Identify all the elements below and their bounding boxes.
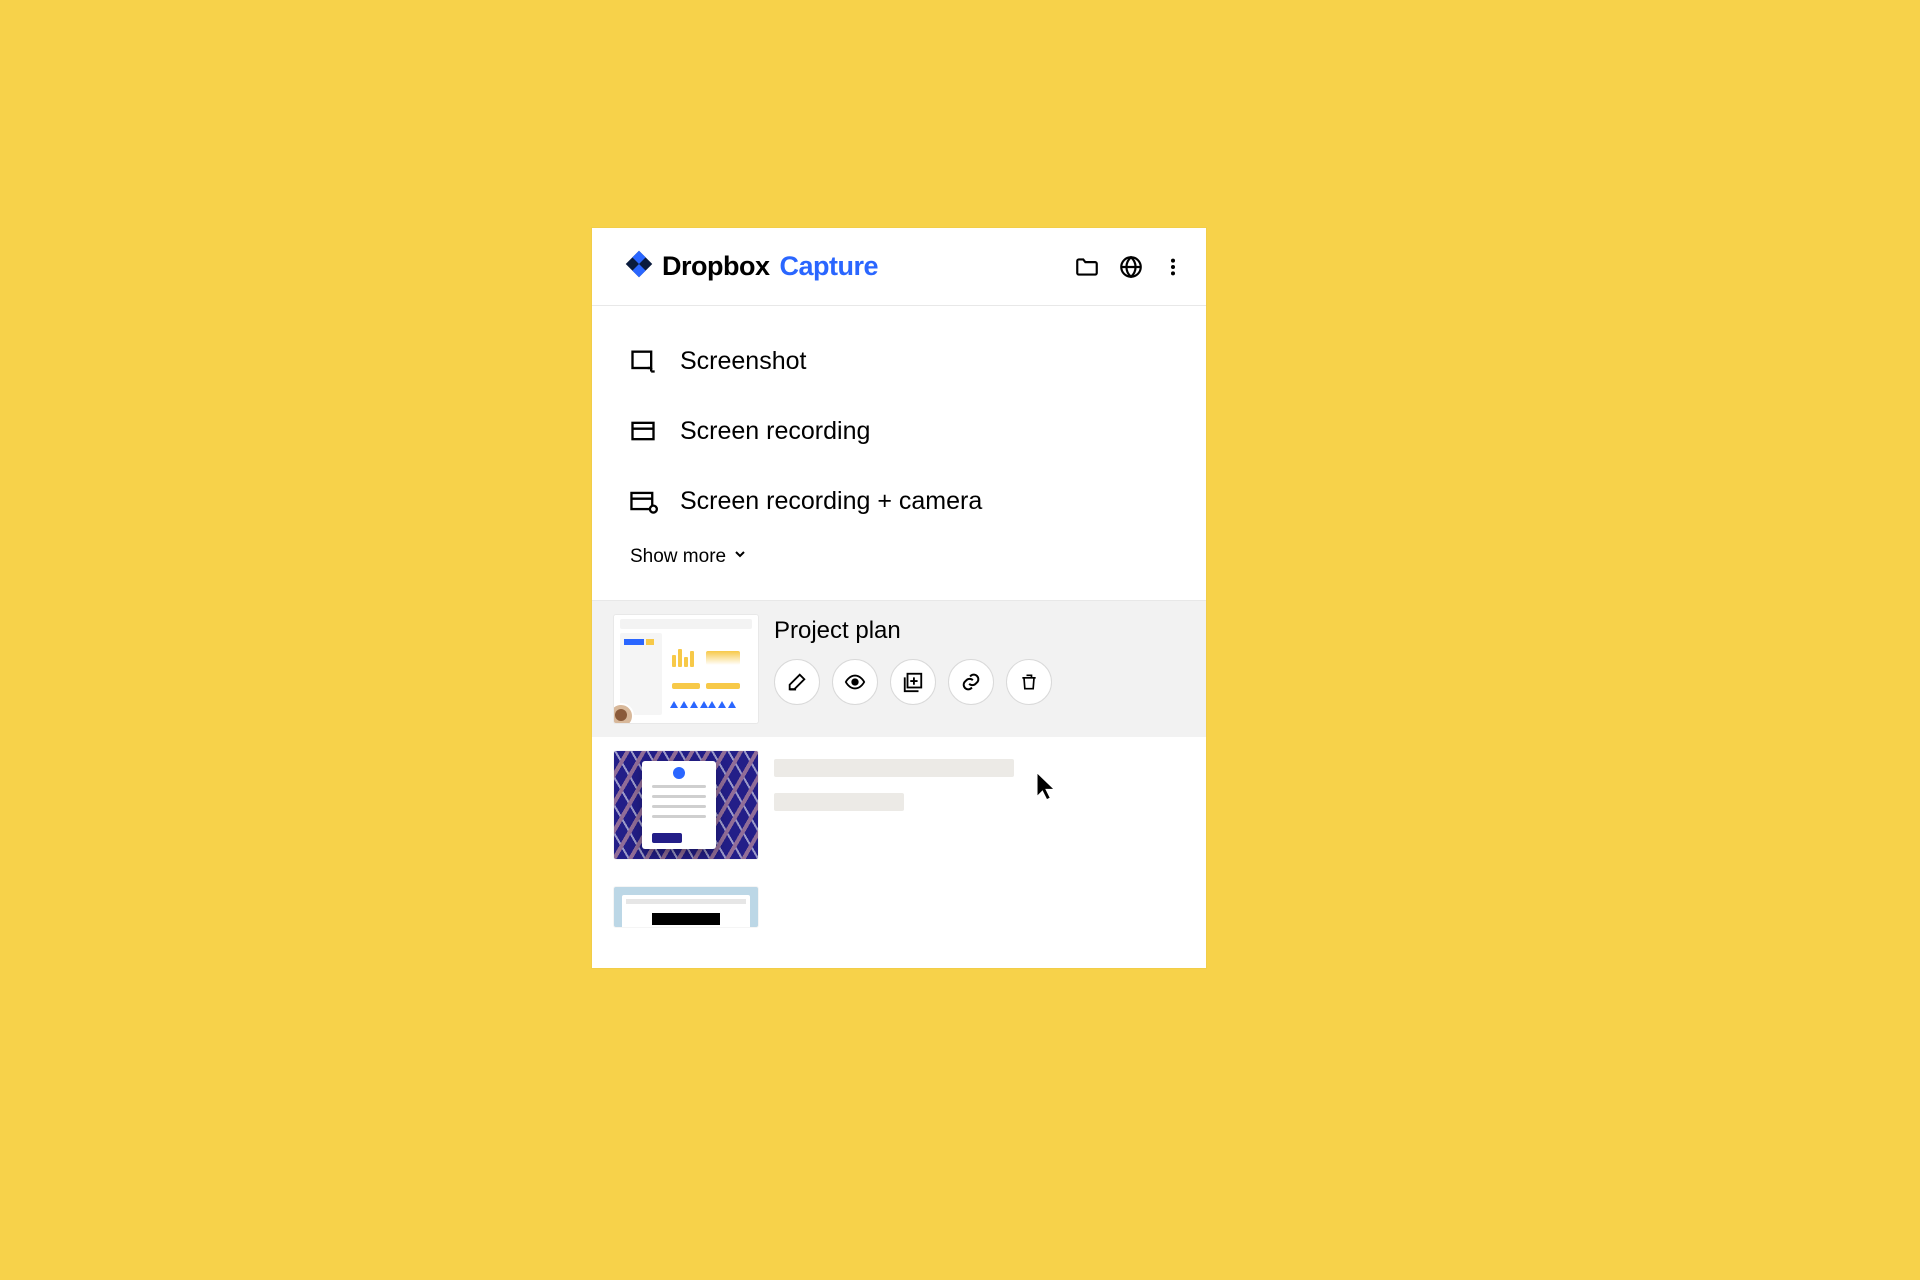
item-actions [774,659,1184,705]
option-screen-recording[interactable]: Screen recording [628,396,1178,466]
more-vertical-icon[interactable] [1162,254,1184,280]
thumbnail [614,615,758,723]
show-more-label: Show more [630,546,726,568]
screenshot-icon [628,347,658,375]
dropbox-logo-icon [624,249,654,284]
recent-item[interactable] [592,737,1206,873]
delete-button[interactable] [1006,659,1052,705]
chevron-down-icon [732,546,748,568]
capture-options: Screenshot Screen recording Screen recor… [592,306,1206,600]
capture-panel: Dropbox Capture [592,228,1206,968]
screen-recording-camera-icon [628,487,658,515]
copy-link-button[interactable] [948,659,994,705]
view-button[interactable] [832,659,878,705]
item-title: Project plan [774,617,1184,645]
option-label: Screenshot [680,347,806,376]
brand-main: Dropbox [662,251,770,282]
panel-header: Dropbox Capture [592,228,1206,306]
add-to-collection-button[interactable] [890,659,936,705]
thumbnail [614,751,758,859]
globe-icon[interactable] [1118,254,1144,280]
folder-icon[interactable] [1074,254,1100,280]
recent-item-project-plan[interactable]: Project plan [592,601,1206,737]
screen-recording-icon [628,417,658,445]
option-label: Screen recording [680,417,870,446]
placeholder-title [774,759,1014,777]
edit-button[interactable] [774,659,820,705]
recent-list: Project plan [592,600,1206,927]
brand-sub: Capture [780,251,879,282]
recent-item[interactable] [592,873,1206,927]
option-label: Screen recording + camera [680,487,982,516]
option-screenshot[interactable]: Screenshot [628,326,1178,396]
brand: Dropbox Capture [624,249,1074,284]
thumbnail [614,887,758,927]
show-more-button[interactable]: Show more [628,536,1178,586]
option-screen-recording-camera[interactable]: Screen recording + camera [628,466,1178,536]
placeholder-subtitle [774,793,904,811]
